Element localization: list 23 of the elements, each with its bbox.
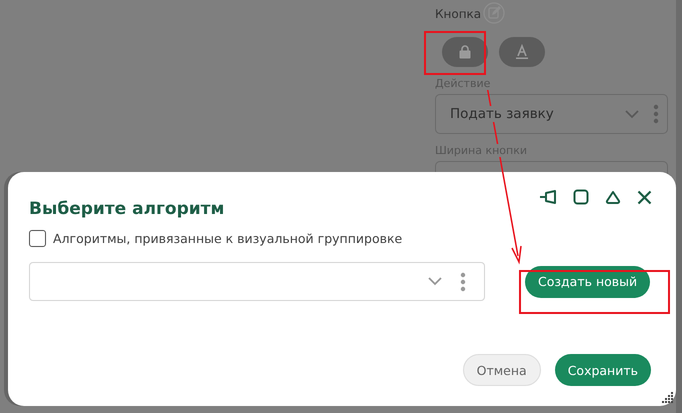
maximize-icon[interactable] — [573, 189, 589, 205]
highlight-frame — [424, 31, 486, 75]
more-icon[interactable] — [653, 104, 659, 124]
algorithm-select[interactable] — [29, 262, 485, 301]
save-button[interactable]: Сохранить — [554, 354, 651, 386]
dialog-title: Выберите алгоритм — [29, 199, 224, 219]
text-style-icon — [514, 44, 530, 60]
collapse-icon[interactable] — [605, 190, 621, 204]
pin-icon[interactable] — [539, 189, 557, 205]
checkbox-label: Алгоритмы, привязанные к визуальной группировке — [53, 231, 402, 246]
panel-title: Кнопка — [435, 6, 482, 21]
create-new-button[interactable]: Создать новый — [525, 266, 650, 298]
more-icon[interactable] — [460, 272, 466, 292]
resize-grip-icon[interactable] — [660, 390, 674, 404]
lock-icon — [458, 45, 472, 59]
lock-icon-button[interactable] — [442, 37, 488, 67]
cancel-button[interactable]: Отмена — [462, 354, 541, 386]
action-select[interactable]: Подать заявку — [435, 94, 668, 134]
text-style-icon-button[interactable] — [499, 37, 545, 67]
chevron-down-icon[interactable] — [428, 277, 442, 286]
close-icon[interactable] — [637, 190, 652, 204]
chevron-down-icon[interactable] — [625, 110, 639, 118]
checkbox[interactable] — [29, 230, 46, 247]
